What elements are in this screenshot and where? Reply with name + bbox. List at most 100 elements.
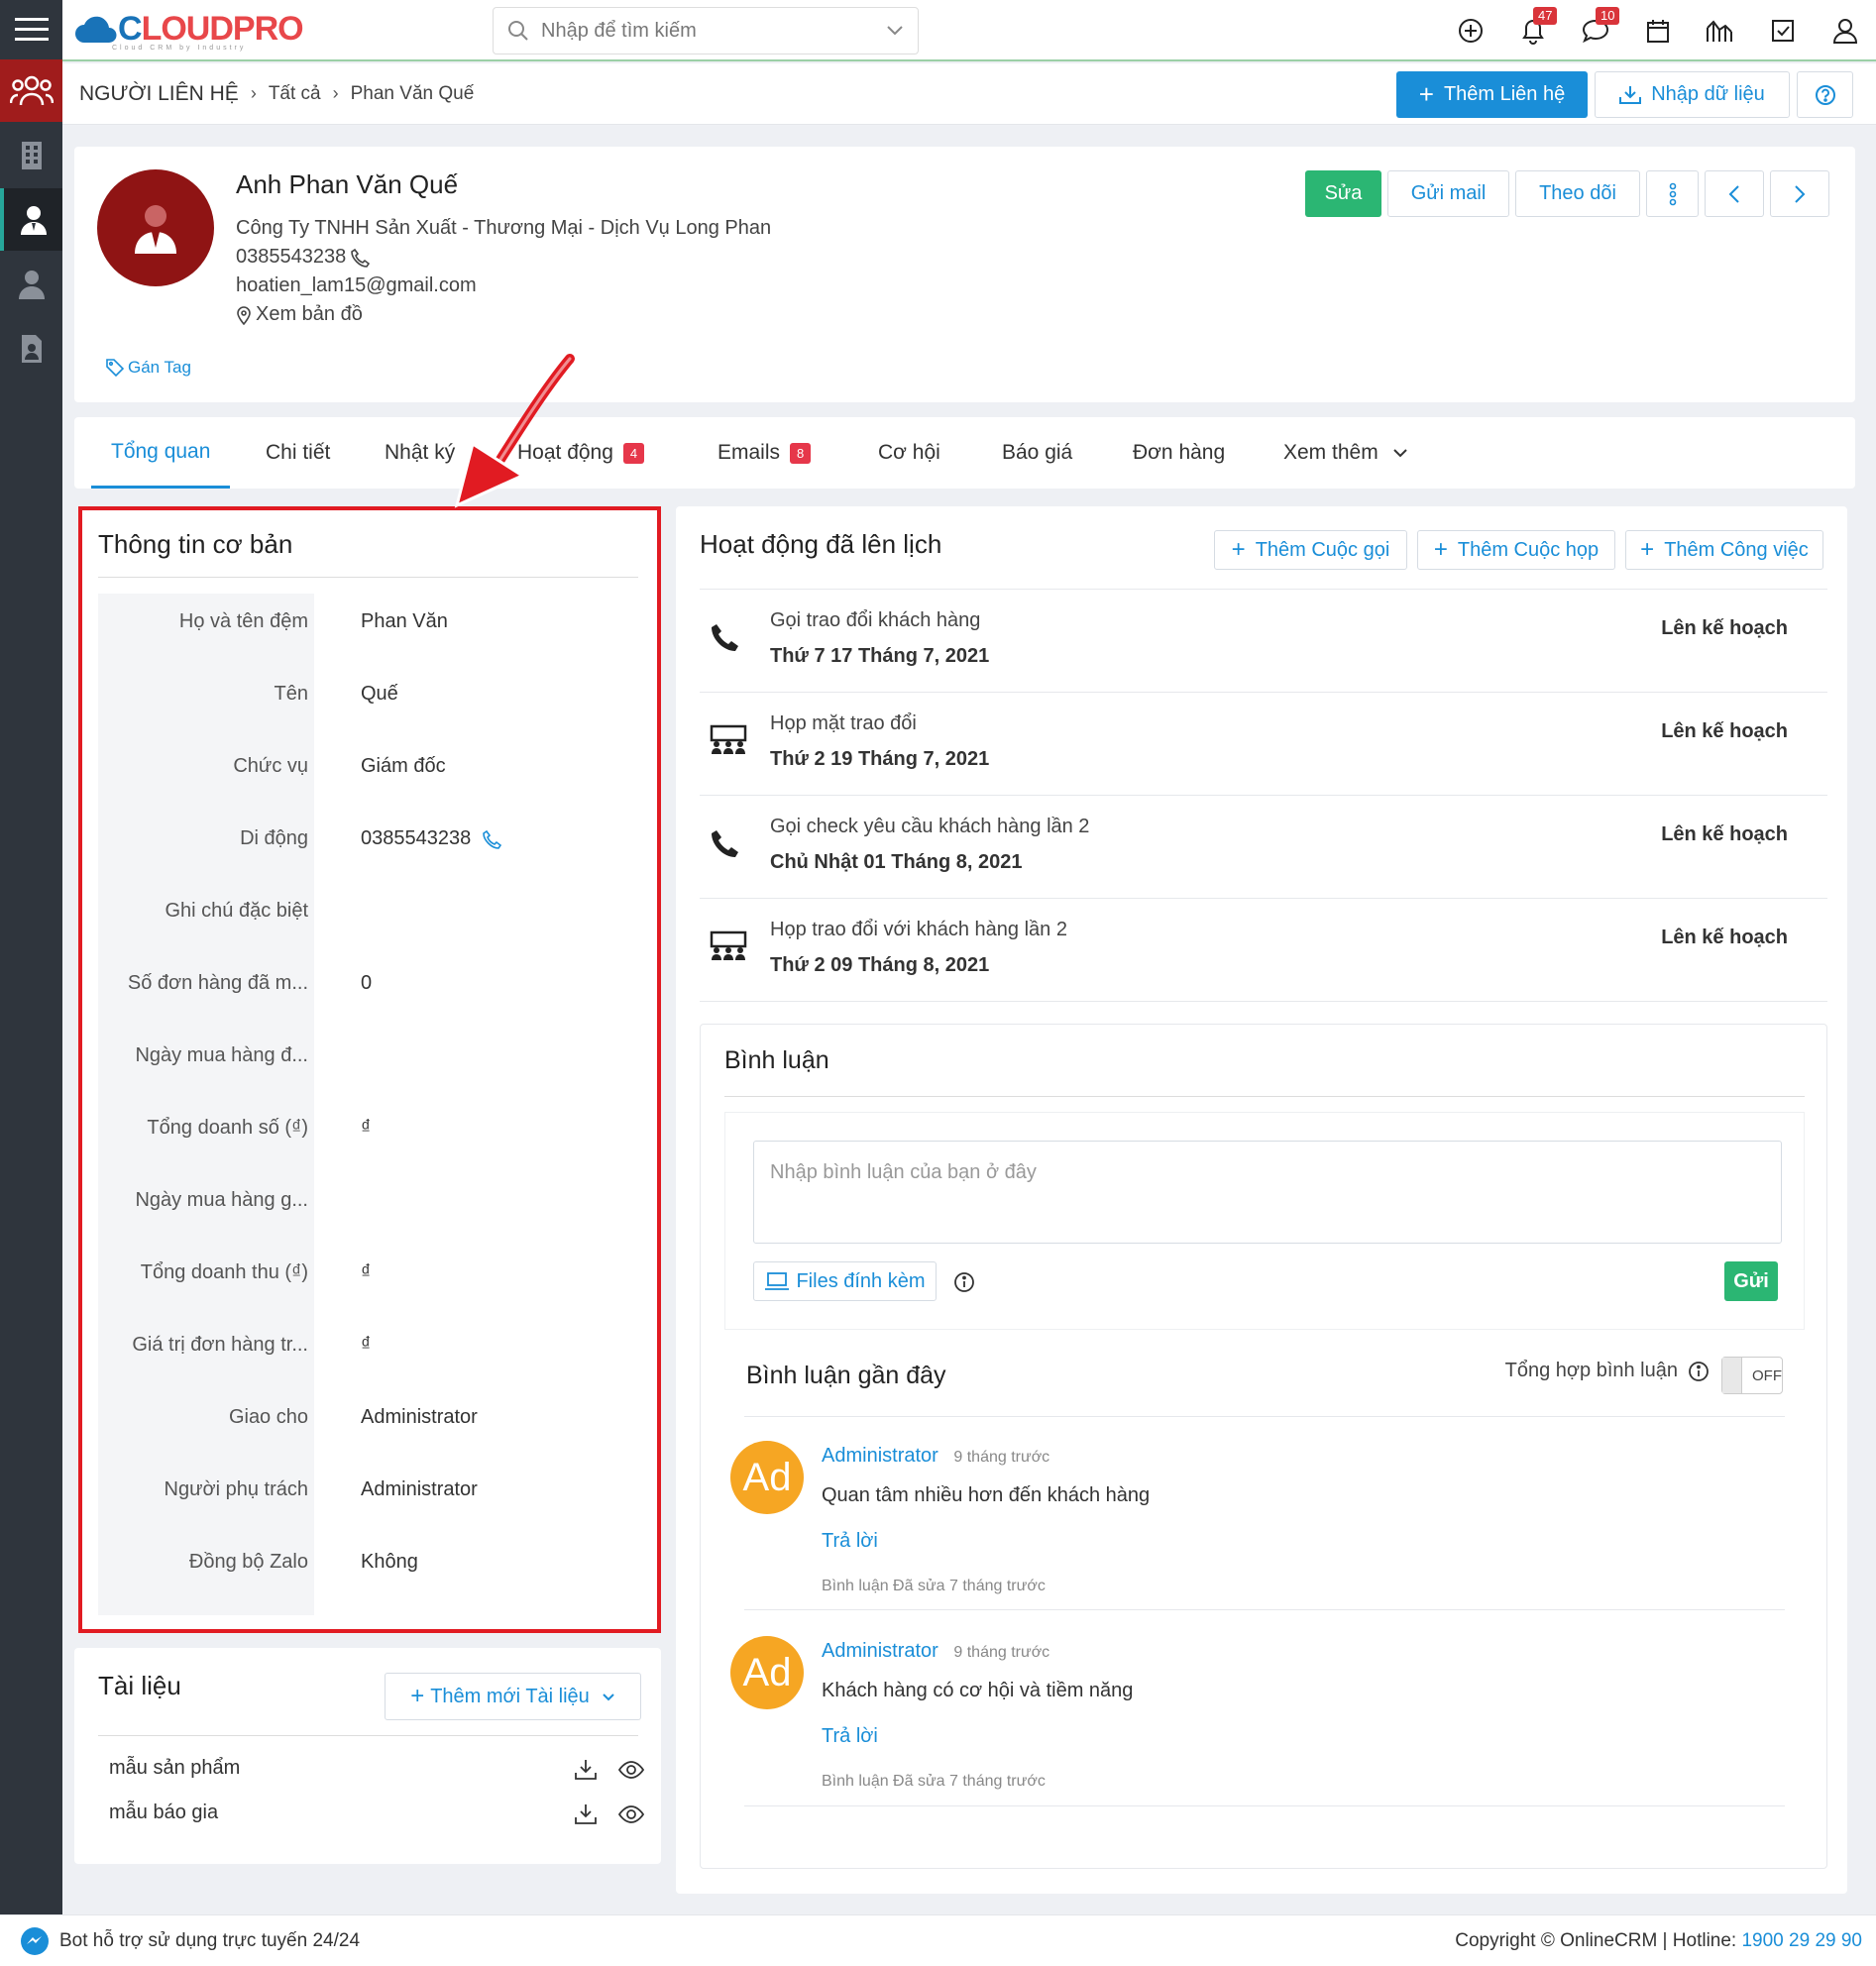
comment-input[interactable]: Nhập bình luận của bạn ở đây xyxy=(753,1141,1782,1244)
plus-icon: + xyxy=(1640,536,1655,563)
tab-overview[interactable]: Tổng quan xyxy=(91,417,231,489)
tab-quotes[interactable]: Báo giá xyxy=(1002,417,1072,489)
download-icon[interactable] xyxy=(575,1803,597,1825)
info-icon[interactable] xyxy=(953,1271,975,1293)
list-item: mẫu báo gia xyxy=(109,1802,644,1837)
field-total-sales: Tổng doanh số (₫) ₫ xyxy=(147,1117,372,1139)
hamburger-menu-icon[interactable] xyxy=(0,0,62,59)
contact-company[interactable]: Công Ty TNHH Sản Xuất - Thương Mại - Dịc… xyxy=(236,217,771,240)
contact-email[interactable]: hoatien_lam15@gmail.com xyxy=(236,274,477,297)
basic-info-list: Họ và tên đệm Phan Văn Tên Quế Chức vụ Giám… xyxy=(98,594,638,1624)
global-search-box[interactable]: Nhập để tìm kiếm xyxy=(493,7,919,55)
previous-record-button[interactable] xyxy=(1705,170,1764,217)
comment-summary-toggle[interactable]: OFF xyxy=(1721,1357,1783,1394)
divider xyxy=(744,1416,1785,1417)
field-title: Chức vụ Giám đốc xyxy=(233,755,446,777)
view-map-link[interactable]: Xem bản đồ xyxy=(256,303,363,326)
user-profile-icon[interactable] xyxy=(1814,0,1876,61)
messenger-icon[interactable] xyxy=(20,1926,50,1956)
reports-chart-icon[interactable] xyxy=(1689,0,1751,61)
tab-opportunities[interactable]: Cơ hội xyxy=(878,417,940,489)
add-contact-button[interactable]: + Thêm Liên hệ xyxy=(1396,71,1588,118)
phone-icon[interactable] xyxy=(483,829,502,849)
tab-more[interactable]: Xem thêm xyxy=(1283,417,1408,489)
tab-emails[interactable]: Emails 8 xyxy=(717,417,812,489)
tab-activities[interactable]: Hoạt động 4 xyxy=(517,417,645,489)
list-item[interactable]: Họp mặt trao đổi Thứ 2 19 Tháng 7, 2021 … xyxy=(700,693,1827,796)
send-mail-button[interactable]: Gửi mail xyxy=(1387,170,1509,217)
footer: Bot hỗ trợ sử dụng trực tuyến 24/24 Copy… xyxy=(0,1914,1876,1966)
comment-edited-note: Bình luận Đã sửa 7 tháng trước xyxy=(822,1578,1046,1594)
messages-chat-icon[interactable]: 10 xyxy=(1564,0,1626,61)
download-tray-icon xyxy=(1619,85,1642,104)
field-last-purchase-date: Ngày mua hàng g... xyxy=(135,1189,308,1211)
chevron-down-icon[interactable] xyxy=(886,25,904,37)
contact-name: Anh Phan Văn Quế xyxy=(236,169,459,199)
hotline-link[interactable]: 1900 29 29 90 xyxy=(1741,1930,1862,1951)
help-button[interactable] xyxy=(1797,71,1853,118)
contact-person-icon xyxy=(20,205,47,235)
phone-icon xyxy=(712,830,738,857)
contact-avatar xyxy=(97,169,214,286)
search-input[interactable]: Nhập để tìm kiếm xyxy=(541,20,886,43)
follow-button[interactable]: Theo dõi xyxy=(1515,170,1640,217)
sidebar-item-contacts-group[interactable] xyxy=(0,59,62,122)
document-name[interactable]: mẫu báo gia xyxy=(109,1802,218,1823)
edit-button[interactable]: Sửa xyxy=(1305,170,1381,217)
status-badge: Lên kế hoạch xyxy=(1661,617,1788,639)
reply-link[interactable]: Trả lời xyxy=(822,1530,878,1553)
document-name[interactable]: mẫu sản phẩm xyxy=(109,1757,240,1779)
import-data-button[interactable]: Nhập dữ liệu xyxy=(1595,71,1790,118)
list-item: Ad Administrator 9 tháng trước Khách hàn… xyxy=(730,1616,1791,1804)
divider xyxy=(724,1096,1805,1097)
activities-list: Gọi trao đổi khách hàng Thứ 7 17 Tháng 7… xyxy=(700,590,1827,1006)
notifications-bell-icon[interactable]: 47 xyxy=(1501,0,1564,61)
tag-icon xyxy=(106,359,124,377)
breadcrumb-current: Phan Văn Quế xyxy=(350,82,475,104)
meeting-icon xyxy=(710,930,747,960)
tab-log[interactable]: Nhật ký xyxy=(385,417,455,489)
phone-icon[interactable] xyxy=(351,248,371,268)
list-item[interactable]: Gọi check yêu cầu khách hàng lần 2 Chủ N… xyxy=(700,796,1827,899)
field-middle-name: Họ và tên đệm Phan Văn xyxy=(178,610,448,632)
bot-support-text[interactable]: Bot hỗ trợ sử dụng trực tuyến 24/24 xyxy=(59,1930,360,1952)
contact-card-icon xyxy=(21,334,42,363)
cloudpro-logo[interactable]: CLOUDPRO Cloud CRM by Industry xyxy=(74,4,304,54)
sidebar-item-organizations[interactable] xyxy=(0,124,62,186)
add-meeting-button[interactable]: + Thêm Cuộc họp xyxy=(1417,530,1615,570)
sidebar-item-contacts[interactable] xyxy=(0,188,62,251)
reply-link[interactable]: Trả lời xyxy=(822,1725,878,1748)
sidebar-item-leads[interactable] xyxy=(0,253,62,315)
tasks-checkbox-icon[interactable] xyxy=(1751,0,1814,61)
tab-details[interactable]: Chi tiết xyxy=(266,417,330,489)
breadcrumb-all[interactable]: Tất cả xyxy=(269,83,321,105)
contact-phone[interactable]: 0385543238 xyxy=(236,246,346,269)
field-zalo-sync: Đồng bộ Zalo Không xyxy=(188,1551,418,1573)
sidebar-item-documents[interactable] xyxy=(0,317,62,380)
eye-icon[interactable] xyxy=(618,1803,644,1825)
download-icon[interactable] xyxy=(575,1759,597,1781)
help-question-icon xyxy=(1815,84,1835,105)
more-actions-button[interactable] xyxy=(1646,170,1699,217)
add-task-button[interactable]: + Thêm Công việc xyxy=(1625,530,1823,570)
comments-card: Bình luận Nhập bình luận của bạn ở đây F… xyxy=(700,1024,1827,1869)
more-vertical-icon xyxy=(1669,182,1676,205)
send-comment-button[interactable]: Gửi xyxy=(1724,1261,1778,1301)
add-document-button[interactable]: + Thêm mới Tài liệu xyxy=(385,1673,641,1720)
attach-files-button[interactable]: Files đính kèm xyxy=(753,1261,937,1301)
list-item[interactable]: Họp trao đổi với khách hàng lần 2 Thứ 2 … xyxy=(700,899,1827,1002)
next-record-button[interactable] xyxy=(1770,170,1829,217)
info-icon[interactable] xyxy=(1688,1361,1710,1382)
calendar-icon[interactable] xyxy=(1626,0,1689,61)
add-call-button[interactable]: + Thêm Cuộc gọi xyxy=(1214,530,1407,570)
divider xyxy=(744,1805,1785,1806)
comment-author[interactable]: Administrator xyxy=(822,1640,938,1662)
record-tabs: Tổng quan Chi tiết Nhật ký Hoạt động 4 Em… xyxy=(74,417,1855,489)
comment-author[interactable]: Administrator xyxy=(822,1445,938,1467)
breadcrumb-module[interactable]: NGƯỜI LIÊN HỆ xyxy=(79,82,239,106)
assign-tag-link[interactable]: Gán Tag xyxy=(106,358,191,378)
eye-icon[interactable] xyxy=(618,1759,644,1781)
quick-create-icon[interactable] xyxy=(1439,0,1501,61)
list-item[interactable]: Gọi trao đổi khách hàng Thứ 7 17 Tháng 7… xyxy=(700,590,1827,693)
tab-orders[interactable]: Đơn hàng xyxy=(1133,417,1225,489)
